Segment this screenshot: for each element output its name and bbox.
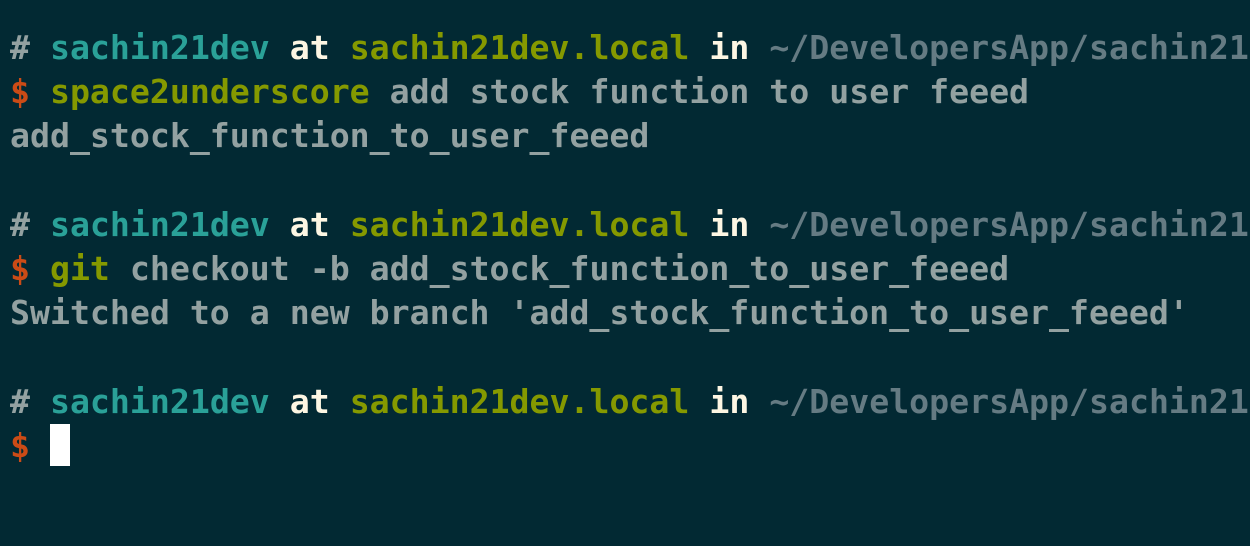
input-line[interactable]: $ xyxy=(10,423,1250,468)
prompt-dollar: $ xyxy=(10,72,30,112)
prompt-line: # sachin21dev at sachin21dev.local in ~/… xyxy=(10,26,1250,70)
command-args: checkout -b add_stock_function_to_user_f… xyxy=(129,248,1010,288)
prompt-at: at xyxy=(289,28,330,67)
prompt-dollar: $ xyxy=(10,425,30,465)
prompt-user: sachin21dev xyxy=(49,204,270,244)
prompt-at: at xyxy=(289,381,330,421)
terminal[interactable]: # sachin21dev at sachin21dev.local in ~/… xyxy=(10,26,1250,468)
prompt-hash: # xyxy=(10,28,30,67)
command-line: $ git checkout -b add_stock_function_to_… xyxy=(10,247,1250,291)
command-args: add stock function to user feeed xyxy=(389,72,1030,112)
prompt-user: sachin21dev xyxy=(49,28,270,67)
prompt-path: ~/DevelopersApp/sachin21 xyxy=(769,204,1249,244)
prompt-in: in xyxy=(709,204,750,244)
command-line: $ space2underscore add stock function to… xyxy=(10,70,1250,114)
prompt-dollar: $ xyxy=(10,248,30,288)
prompt-user: sachin21dev xyxy=(49,381,270,421)
prompt-hash: # xyxy=(10,381,30,421)
prompt-in: in xyxy=(709,381,750,421)
cursor-block xyxy=(49,423,70,466)
prompt-host: sachin21dev.local xyxy=(349,28,690,67)
command-name: git xyxy=(49,248,110,288)
prompt-host: sachin21dev.local xyxy=(349,204,690,244)
prompt-in: in xyxy=(709,28,750,67)
command-output: Switched to a new branch 'add_stock_func… xyxy=(10,293,1189,333)
prompt-hash: # xyxy=(10,204,30,244)
command-name: space2underscore xyxy=(49,72,370,112)
prompt-at: at xyxy=(289,204,330,244)
prompt-path: ~/DevelopersApp/sachin21 xyxy=(769,28,1249,67)
prompt-path: ~/DevelopersApp/sachin21 xyxy=(769,381,1249,421)
prompt-line: # sachin21dev at sachin21dev.local in ~/… xyxy=(10,380,1250,424)
command-output: add_stock_function_to_user_feeed xyxy=(10,116,650,156)
prompt-line: # sachin21dev at sachin21dev.local in ~/… xyxy=(10,203,1250,247)
prompt-host: sachin21dev.local xyxy=(349,381,690,421)
